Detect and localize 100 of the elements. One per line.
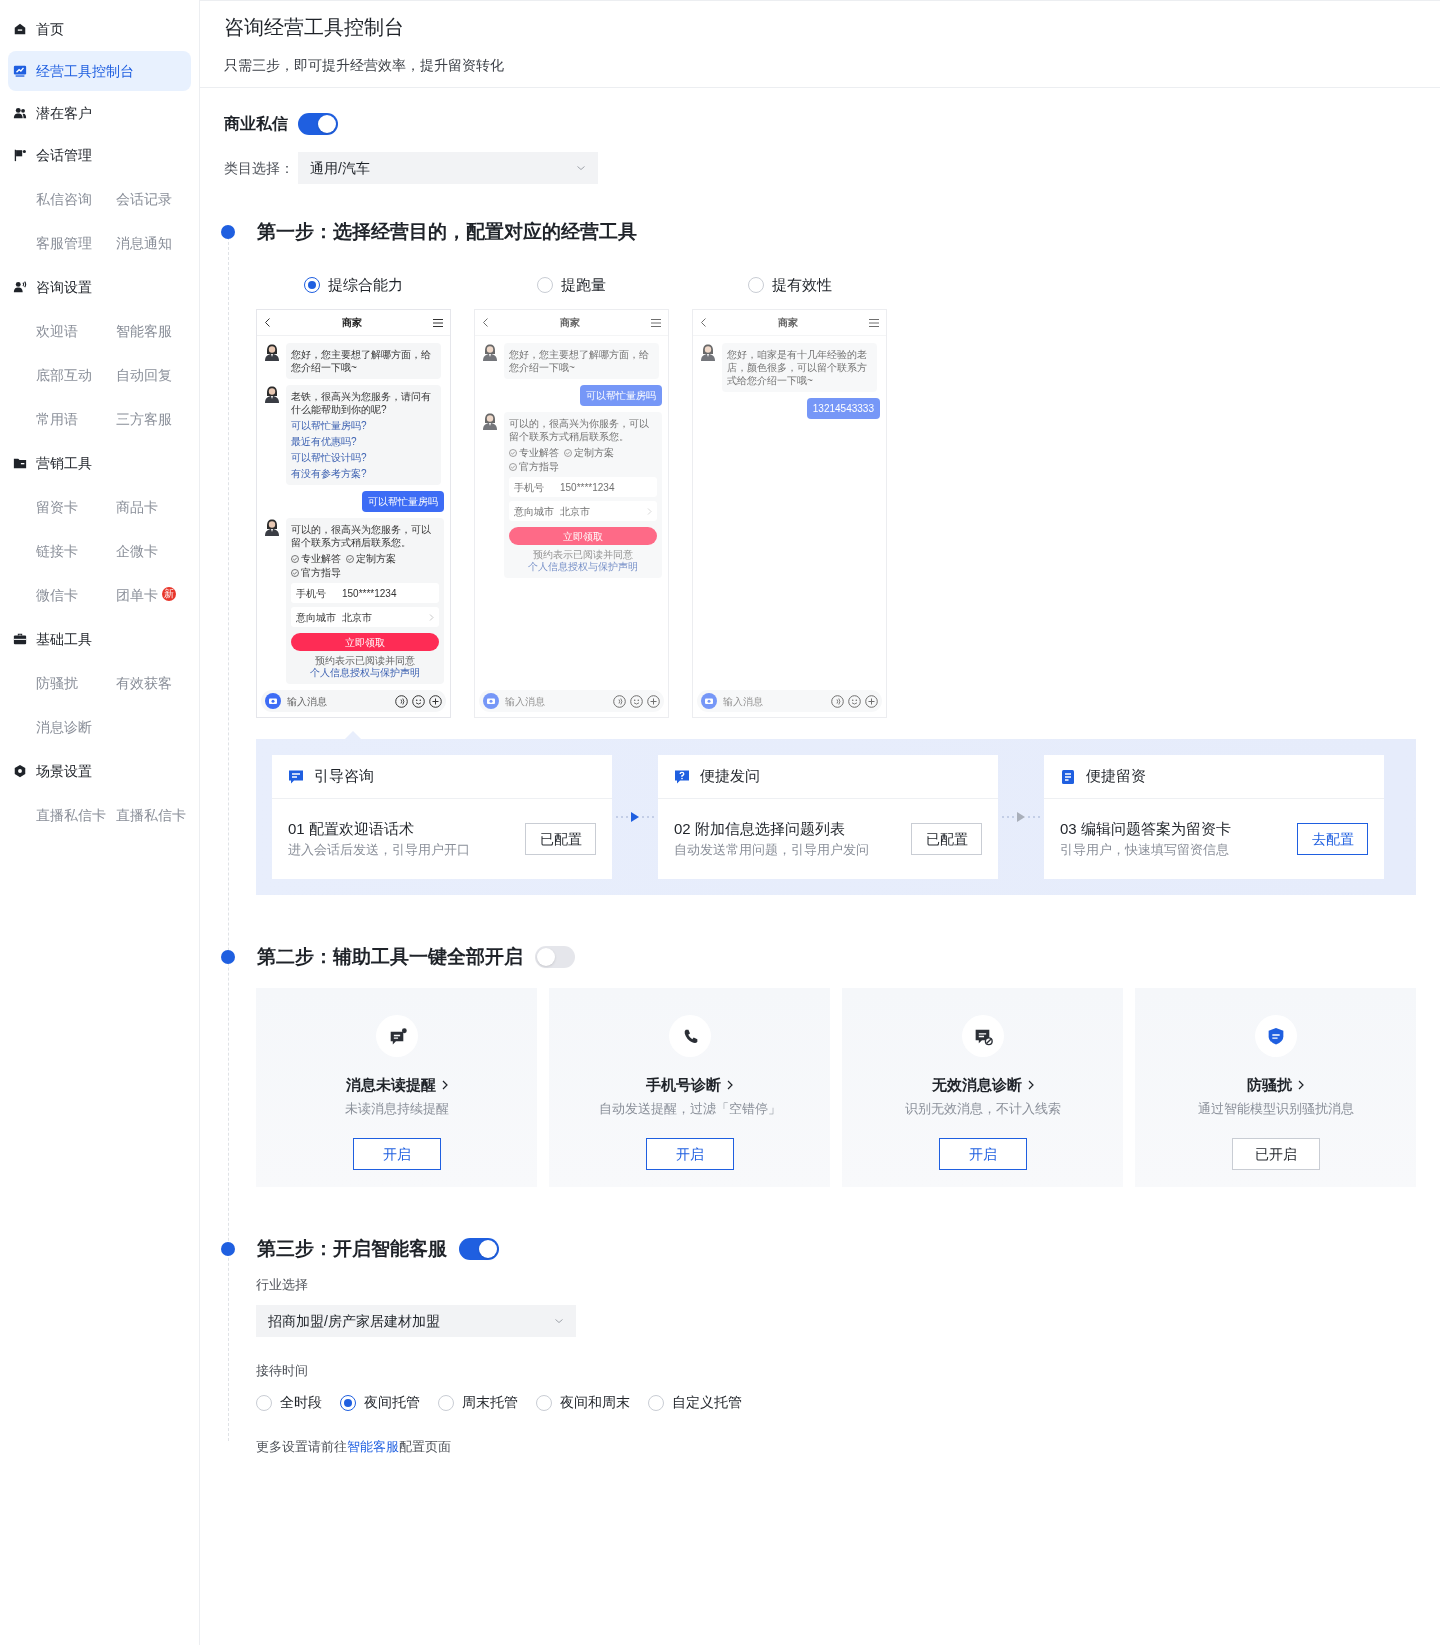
suggested-question[interactable]: 有没有参考方案? <box>291 467 436 480</box>
privacy-note: 预约表示已阅读并同意 个人信息授权与保护声明 <box>527 549 639 573</box>
chat-title: 商家 <box>560 316 580 330</box>
sidebar-subitem[interactable]: 智能客服 <box>112 320 176 342</box>
hexagon-icon <box>13 764 27 778</box>
sidebar-subitem[interactable]: 商品卡 <box>112 496 162 518</box>
toggle-switch[interactable] <box>535 946 575 968</box>
person-speaking-icon <box>13 280 27 294</box>
sidebar-item[interactable]: 首页 <box>8 9 191 49</box>
chevron-right-icon <box>727 1080 733 1090</box>
tool-title[interactable]: 手机号诊断 <box>646 1074 733 1096</box>
sidebar-item[interactable]: 基础工具 <box>8 619 191 659</box>
claim-button[interactable]: 立即领取 <box>291 633 439 651</box>
enable-button[interactable]: 开启 <box>352 1138 441 1170</box>
suggested-question[interactable]: 可以帮忙量房吗? <box>291 419 436 432</box>
sidebar-item[interactable]: 场景设置 <box>8 751 191 791</box>
tool-title[interactable]: 防骚扰 <box>1247 1074 1304 1096</box>
enable-button[interactable]: 已开启 <box>1231 1138 1320 1170</box>
radio-label[interactable]: 提有效性 <box>771 273 832 297</box>
check-circle-icon <box>291 555 299 563</box>
radio-label[interactable]: 夜间托管 <box>364 1392 420 1413</box>
enable-button[interactable]: 开启 <box>645 1138 734 1170</box>
tool-description: 未读消息持续提醒 <box>344 1100 449 1118</box>
sidebar-subitem[interactable]: 企微卡 <box>112 540 162 562</box>
avatar-icon <box>699 343 717 361</box>
privacy-link[interactable]: 个人信息授权与保护声明 <box>310 667 420 678</box>
configure-button[interactable]: 已配置 <box>911 823 982 855</box>
sidebar-subitem[interactable]: 有效获客 <box>112 672 176 694</box>
check-circle-icon <box>509 463 517 471</box>
back-icon <box>700 318 707 327</box>
suggested-question[interactable]: 最近有优惠吗? <box>291 435 436 448</box>
radio-label[interactable]: 夜间和周末 <box>560 1392 630 1413</box>
sidebar-subitem[interactable]: 私信咨询 <box>32 188 96 210</box>
radio-label[interactable]: 全时段 <box>280 1392 322 1413</box>
voice-icon <box>613 694 626 708</box>
menu-icon <box>433 318 443 327</box>
new-badge: 新 <box>162 587 176 601</box>
sidebar-subitem[interactable]: 客服管理 <box>32 232 96 254</box>
form-field[interactable]: 手机号 150****1234 <box>509 477 657 497</box>
sidebar-subitem[interactable]: 微信卡 <box>32 584 82 606</box>
radio-label[interactable]: 提综合能力 <box>328 273 403 297</box>
option-label: 专业解答 <box>301 553 341 565</box>
industry-select[interactable]: 招商加盟/房产家居建材加盟 <box>256 1305 576 1337</box>
sidebar-subitem[interactable]: 欢迎语 <box>32 320 82 342</box>
sidebar-item[interactable]: 营销工具 <box>8 443 191 483</box>
sidebar-subitem[interactable]: 防骚扰 <box>32 672 82 694</box>
sidebar-subitem[interactable]: 自动回复 <box>112 364 176 386</box>
configure-button[interactable]: 已配置 <box>525 823 596 855</box>
radio-label[interactable]: 提跑量 <box>561 273 606 297</box>
form-field[interactable]: 手机号 150****1234 <box>291 583 439 603</box>
menu-icon <box>651 318 661 327</box>
toggle-switch[interactable] <box>298 113 338 135</box>
chat-input-bar[interactable]: 输入消息 <box>479 690 664 712</box>
card-title: 01 配置欢迎语话术 <box>288 819 415 839</box>
tool-title[interactable]: 消息未读提醒 <box>345 1074 448 1096</box>
enable-button[interactable]: 开启 <box>938 1138 1027 1170</box>
message-text: 可以的，很高兴为你服务，可以留个联系方式稍后联系您。 <box>509 417 650 443</box>
sidebar-subitem[interactable]: 链接卡 <box>32 540 82 562</box>
tool-title[interactable]: 无效消息诊断 <box>931 1074 1034 1096</box>
suggested-question[interactable]: 可以帮忙设计吗? <box>291 451 436 464</box>
category-select[interactable]: 通用/汽车 <box>298 152 598 184</box>
plus-icon <box>647 694 660 708</box>
settings-link[interactable]: 智能客服 <box>347 1439 399 1454</box>
toggle-switch[interactable] <box>459 1238 499 1260</box>
sidebar-subitem[interactable]: 团单卡 <box>112 584 162 606</box>
chevron-down-icon <box>554 1316 564 1326</box>
sidebar-subitem[interactable]: 留资卡 <box>32 496 82 518</box>
chat-bubble: 可以帮忙量房吗 <box>580 385 662 406</box>
radio-label[interactable]: 周末托管 <box>462 1392 518 1413</box>
privacy-note: 预约表示已阅读并同意 个人信息授权与保护声明 <box>309 655 421 679</box>
card-description: 进入会话后发送，引导用户开口 <box>288 841 471 859</box>
sidebar-subitem[interactable]: 底部互动 <box>32 364 96 386</box>
sidebar-item[interactable]: 潜在客户 <box>8 93 191 133</box>
form-field[interactable]: 意向城市 北京市 <box>509 501 657 521</box>
sidebar-subitem[interactable]: 消息诊断 <box>32 716 96 738</box>
sidebar-subitem[interactable]: 常用语 <box>32 408 82 430</box>
card-description: 自动发送常用问题，引导用户发问 <box>674 841 870 859</box>
field-label: 意向城市 <box>296 610 337 625</box>
back-icon <box>482 318 489 327</box>
sidebar-subitem[interactable]: 直播私信卡 <box>112 804 190 826</box>
chat-input-bar[interactable]: 输入消息 <box>697 690 882 712</box>
sidebar-item[interactable]: 经营工具控制台 <box>8 51 191 91</box>
sidebar-subitem[interactable]: 三方客服 <box>112 408 176 430</box>
sidebar-subitem[interactable]: 消息通知 <box>112 232 176 254</box>
radio-label[interactable]: 自定义托管 <box>672 1392 742 1413</box>
sidebar-subitem[interactable]: 会话记录 <box>112 188 176 210</box>
page-subtitle: 只需三步，即可提升经营效率，提升留资转化 <box>224 56 505 75</box>
chat-input-bar[interactable]: 输入消息 <box>261 690 446 712</box>
form-field[interactable]: 意向城市 北京市 <box>291 607 439 627</box>
message-text: 可以的，很高兴为您服务，可以留个联系方式稍后联系您。 <box>291 523 432 549</box>
emoji-icon <box>848 694 861 708</box>
flow-arrow <box>1001 811 1041 823</box>
field-label: 手机号 <box>514 480 545 495</box>
shield-icon <box>1254 1015 1297 1057</box>
sidebar-subitem[interactable]: 直播私信卡 <box>32 804 110 826</box>
card-heading: 便捷发问 <box>700 766 760 787</box>
sidebar-item[interactable]: 会话管理 <box>8 135 191 175</box>
sidebar-item[interactable]: 咨询设置 <box>8 267 191 307</box>
privacy-link[interactable]: 个人信息授权与保护声明 <box>528 561 638 572</box>
configure-button[interactable]: 去配置 <box>1297 823 1368 855</box>
